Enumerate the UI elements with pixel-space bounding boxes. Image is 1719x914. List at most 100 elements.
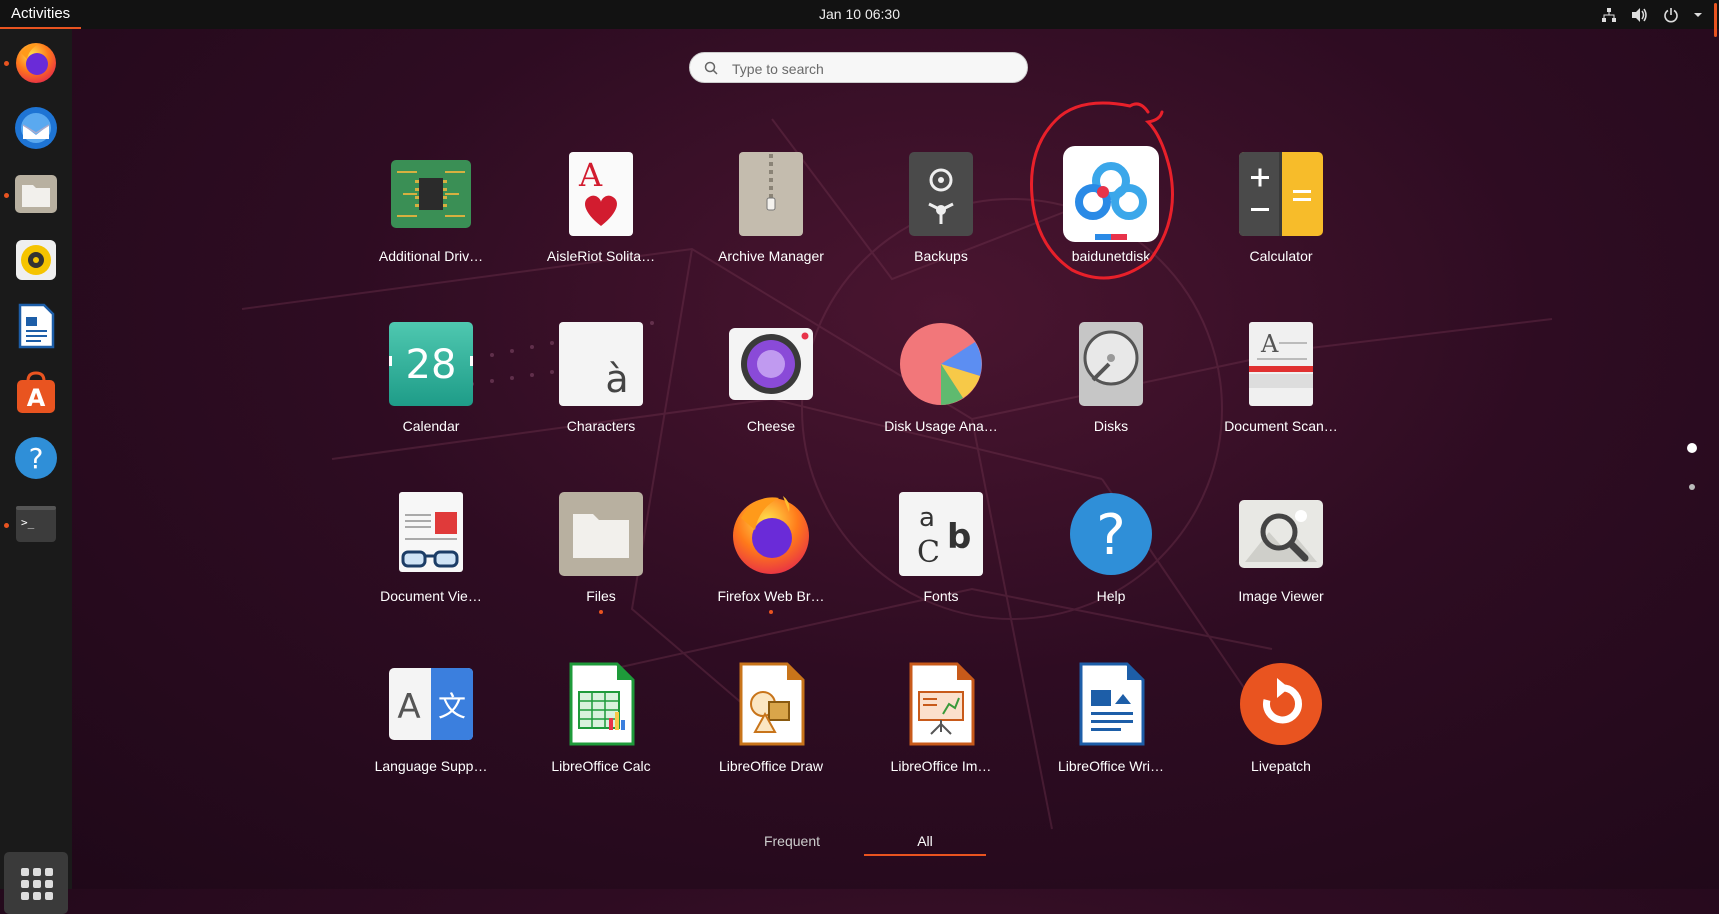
app-label: Files (586, 588, 616, 604)
activities-button[interactable]: Activities (0, 0, 82, 29)
running-indicator (4, 193, 9, 198)
power-icon[interactable] (1663, 7, 1679, 23)
svg-text:C: C (917, 535, 940, 570)
show-applications-icon (21, 868, 53, 900)
search-icon (704, 61, 718, 75)
app-libreoffice-calc[interactable]: LibreOffice Calc (526, 654, 676, 814)
image-viewer-icon (1239, 500, 1323, 568)
app-document-viewer[interactable]: Document Vie… (356, 484, 506, 644)
app-help[interactable]: ? Help (1036, 484, 1186, 644)
page-dot-active[interactable] (1687, 443, 1697, 453)
app-aisleriot[interactable]: A AisleRiot Solita… (526, 144, 676, 304)
app-document-scanner[interactable]: A Document Scan… (1206, 314, 1356, 474)
disk-icon (1079, 322, 1143, 406)
livepatch-icon (1240, 663, 1322, 745)
draw-icon (739, 662, 805, 746)
app-disks[interactable]: Disks (1036, 314, 1186, 474)
thunderbird-icon (15, 107, 57, 149)
svg-text:A: A (397, 687, 420, 727)
dock-thunderbird[interactable] (13, 105, 59, 151)
running-indicator (769, 610, 773, 614)
svg-text:a: a (919, 503, 935, 533)
app-fonts[interactable]: a C b Fonts (866, 484, 1016, 644)
svg-text:A: A (1260, 330, 1279, 358)
archive-icon (739, 152, 803, 236)
calculator-icon (1239, 152, 1323, 236)
tab-frequent[interactable]: Frequent (742, 832, 842, 854)
writer-icon (18, 303, 55, 349)
app-baidunetdisk[interactable]: baidunetdisk (1036, 144, 1186, 304)
app-label: Livepatch (1251, 758, 1311, 774)
app-language-support[interactable]: A 文 Language Supp… (356, 654, 506, 814)
dock-firefox[interactable] (13, 39, 59, 85)
scanner-icon: A (1249, 322, 1313, 406)
top-bar: Activities Jan 10 06:30 (0, 0, 1719, 37)
app-libreoffice-draw[interactable]: LibreOffice Draw (696, 654, 846, 814)
firefox-icon (16, 43, 56, 83)
rhythmbox-icon (16, 240, 56, 280)
chip-icon (391, 160, 471, 228)
svg-text:?: ? (29, 442, 44, 475)
tab-all[interactable]: All (864, 832, 986, 856)
dock-rhythmbox[interactable] (13, 237, 59, 283)
app-label: Additional Driv… (378, 248, 484, 264)
clock-button[interactable]: Jan 10 06:30 (819, 0, 900, 28)
app-image-viewer[interactable]: Image Viewer (1206, 484, 1356, 644)
network-icon[interactable] (1601, 7, 1617, 23)
camera-icon (729, 328, 813, 400)
app-livepatch[interactable]: Livepatch (1206, 654, 1356, 814)
show-applications-button[interactable] (4, 852, 68, 914)
dock-software[interactable]: A (13, 369, 59, 415)
app-disk-usage-analyzer[interactable]: Disk Usage Ana… (866, 314, 1016, 474)
app-characters[interactable]: à Characters (526, 314, 676, 474)
pie-icon (900, 323, 982, 405)
search-bar[interactable] (689, 52, 1028, 83)
app-label: LibreOffice Draw (718, 758, 823, 774)
volume-icon[interactable] (1631, 7, 1649, 23)
safe-icon (909, 152, 973, 236)
page-dot[interactable] (1689, 484, 1695, 490)
writer-icon (1079, 662, 1145, 746)
chevron-down-icon[interactable] (1693, 7, 1703, 23)
app-backups[interactable]: Backups (866, 144, 1016, 304)
app-firefox[interactable]: Firefox Web Br… (696, 484, 846, 644)
search-input[interactable] (730, 57, 1014, 81)
app-label: LibreOffice Calc (551, 758, 651, 774)
app-calendar[interactable]: 28 Calendar (356, 314, 506, 474)
svg-text:b: b (947, 517, 971, 557)
app-label: Characters (566, 418, 636, 434)
dock-help[interactable]: ? (13, 435, 59, 481)
app-cheese[interactable]: Cheese (696, 314, 846, 474)
app-label: baidunetdisk (1071, 248, 1151, 264)
dock: A ? >_ (0, 29, 72, 914)
app-label: Disks (1093, 418, 1129, 434)
svg-text:à: à (605, 357, 628, 401)
app-files[interactable]: Files (526, 484, 676, 644)
app-label: Language Supp… (374, 758, 488, 774)
dock-terminal[interactable]: >_ (13, 501, 59, 547)
running-indicator (4, 523, 9, 528)
baidunetdisk-icon (1063, 146, 1159, 242)
app-libreoffice-writer[interactable]: LibreOffice Wri… (1036, 654, 1186, 814)
app-additional-drivers[interactable]: Additional Driv… (356, 144, 506, 304)
svg-text:A: A (578, 156, 603, 194)
svg-text:>_: >_ (21, 516, 35, 529)
app-label: Calculator (1249, 248, 1313, 264)
dock-writer[interactable] (13, 303, 59, 349)
svg-text:A: A (27, 384, 46, 412)
scroll-indicator (1714, 3, 1717, 37)
app-label: LibreOffice Wri… (1057, 758, 1165, 774)
document-viewer-icon (399, 492, 463, 572)
dock-files[interactable] (13, 171, 59, 217)
running-indicator (599, 610, 603, 614)
app-libreoffice-impress[interactable]: LibreOffice Im… (866, 654, 1016, 814)
app-calculator[interactable]: Calculator (1206, 144, 1356, 304)
system-tray[interactable] (1601, 0, 1703, 29)
characters-icon: à (559, 322, 643, 406)
app-label: Firefox Web Br… (717, 588, 825, 604)
app-archive-manager[interactable]: Archive Manager (696, 144, 846, 304)
app-label: LibreOffice Im… (890, 758, 992, 774)
app-label: AisleRiot Solita… (546, 248, 656, 264)
app-label: Fonts (923, 588, 959, 604)
svg-text:文: 文 (438, 690, 466, 723)
